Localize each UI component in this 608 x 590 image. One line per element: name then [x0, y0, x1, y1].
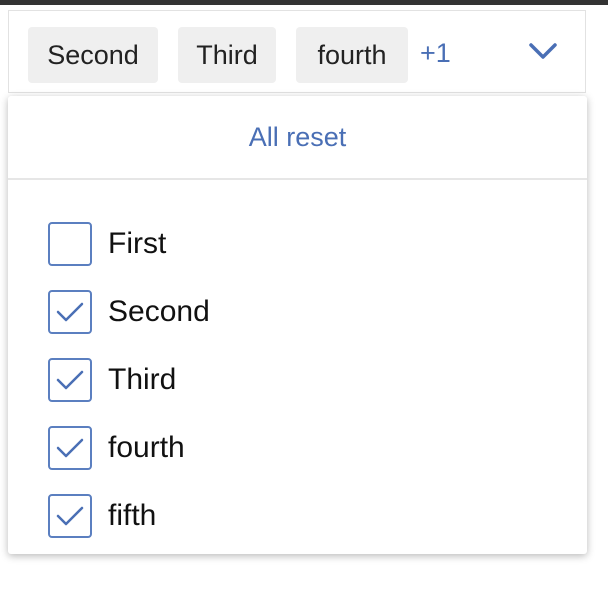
divider [8, 178, 587, 180]
checkmark-icon [56, 302, 84, 322]
chip-label: Third [196, 39, 258, 70]
chip-label: fourth [317, 39, 387, 70]
top-edge-bar [0, 0, 608, 5]
checkbox-checked[interactable] [48, 358, 92, 402]
all-reset-button[interactable]: All reset [8, 122, 587, 153]
checkmark-icon [56, 506, 84, 526]
chevron-down-icon[interactable] [528, 41, 558, 61]
options-dropdown: All reset First Second Third fourth fift… [8, 96, 587, 554]
checkbox-checked[interactable] [48, 426, 92, 470]
option-first[interactable]: First [48, 222, 166, 266]
multi-select-field[interactable]: Second Third fourth +1 [8, 10, 586, 93]
checkbox-checked[interactable] [48, 494, 92, 538]
selected-chip-second[interactable]: Second [28, 27, 158, 83]
option-fourth[interactable]: fourth [48, 426, 185, 470]
checkmark-icon [56, 370, 84, 390]
more-selected-count: +1 [420, 38, 451, 68]
selected-chip-third[interactable]: Third [178, 27, 276, 83]
option-fifth[interactable]: fifth [48, 494, 156, 538]
option-label: Second [108, 295, 210, 328]
selected-chip-fourth[interactable]: fourth [296, 27, 408, 83]
chip-label: Second [47, 39, 139, 70]
option-label: fifth [108, 499, 157, 532]
option-label: First [108, 227, 167, 260]
checkbox-unchecked[interactable] [48, 222, 92, 266]
option-label: Third [108, 363, 177, 396]
option-second[interactable]: Second [48, 290, 210, 334]
checkbox-checked[interactable] [48, 290, 92, 334]
checkmark-icon [56, 438, 84, 458]
option-third[interactable]: Third [48, 358, 176, 402]
option-label: fourth [108, 431, 185, 464]
